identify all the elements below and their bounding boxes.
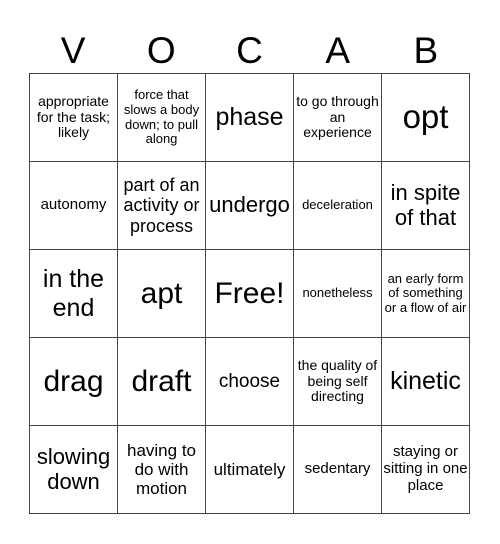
bingo-cell: in spite of that — [382, 162, 470, 250]
bingo-cell: phase — [206, 74, 294, 162]
bingo-cell: to go through an experience — [294, 74, 382, 162]
header-letter-a: A — [325, 30, 351, 71]
bingo-cell: drag — [30, 338, 118, 426]
bingo-cell: appropriate for the task; likely — [30, 74, 118, 162]
bingo-card-grid: appropriate for the task; likely force t… — [29, 73, 470, 514]
header-letter-c: C — [236, 30, 263, 71]
bingo-cell: apt — [118, 250, 206, 338]
bingo-cell: having to do with motion — [118, 426, 206, 514]
bingo-cell: part of an activity or process — [118, 162, 206, 250]
bingo-cell: an early form of something or a flow of … — [382, 250, 470, 338]
header-letter-b: B — [413, 30, 439, 71]
bingo-cell: in the end — [30, 250, 118, 338]
bingo-cell: nonetheless — [294, 250, 382, 338]
bingo-cell: autonomy — [30, 162, 118, 250]
bingo-cell: staying or sitting in one place — [382, 426, 470, 514]
header-letter-v: V — [60, 30, 86, 71]
bingo-cell: opt — [382, 74, 470, 162]
bingo-cell: undergo — [206, 162, 294, 250]
bingo-cell: kinetic — [382, 338, 470, 426]
bingo-cell: force that slows a body down; to pull al… — [118, 74, 206, 162]
bingo-cell: ultimately — [206, 426, 294, 514]
bingo-cell: draft — [118, 338, 206, 426]
bingo-cell: deceleration — [294, 162, 382, 250]
bingo-header: V O C A B — [29, 28, 470, 73]
free-space-cell: Free! — [206, 250, 294, 338]
bingo-cell: the quality of being self directing — [294, 338, 382, 426]
header-letter-o: O — [146, 30, 176, 71]
bingo-cell: sedentary — [294, 426, 382, 514]
bingo-cell: slowing down — [30, 426, 118, 514]
bingo-cell: choose — [206, 338, 294, 426]
